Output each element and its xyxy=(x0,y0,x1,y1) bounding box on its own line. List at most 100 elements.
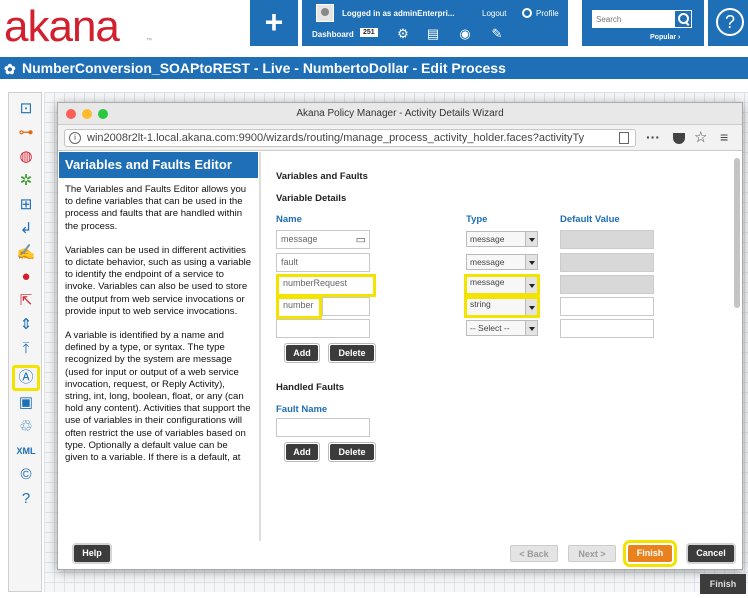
workflow-icon[interactable]: ⚙ xyxy=(396,27,410,41)
variable-type-select[interactable]: message xyxy=(466,231,538,247)
chevron-down-icon xyxy=(525,232,537,246)
variable-type-select[interactable]: message xyxy=(466,254,538,270)
variable-name-field[interactable]: number xyxy=(276,296,322,319)
logo-trademark: ™ xyxy=(146,38,152,44)
invoke-icon[interactable]: ◍ xyxy=(15,147,37,167)
dashboard-gauge-icon[interactable]: ◉ xyxy=(458,27,472,41)
page-actions-icon[interactable]: ··· xyxy=(646,129,660,145)
next-button[interactable]: Next > xyxy=(568,545,616,562)
app-header: akana ™ + Logged in as adminEnterpri... … xyxy=(0,0,748,55)
pocket-icon[interactable] xyxy=(673,133,685,144)
gear-icon[interactable]: ✲ xyxy=(15,171,37,191)
variable-type-select[interactable]: string xyxy=(464,296,540,318)
variable-name-field-extension[interactable] xyxy=(322,297,370,316)
default-value-field[interactable] xyxy=(560,297,654,316)
logout-link[interactable]: Logout xyxy=(482,9,506,18)
logged-in-text: Logged in as adminEnterpri... xyxy=(342,9,455,18)
variable-type-value: message xyxy=(470,257,505,267)
cancel-button[interactable]: Cancel xyxy=(688,545,734,562)
pane-divider xyxy=(259,152,261,541)
variable-name-field[interactable]: fault xyxy=(276,253,370,272)
default-value-field xyxy=(560,253,654,272)
url-text: win2008r2lt-1.local.akana.com:9900/wizar… xyxy=(87,132,585,144)
inspect-icon[interactable]: ⊡ xyxy=(15,99,37,119)
help-paragraph: A variable is identified by a name and d… xyxy=(65,330,251,464)
user-panel: Logged in as adminEnterpri... Logout Pro… xyxy=(302,0,568,46)
fault-icon[interactable]: ● xyxy=(15,267,37,287)
variable-name-field[interactable]: numberRequest xyxy=(276,274,376,297)
akana-logo[interactable]: akana xyxy=(4,2,120,52)
trash-icon[interactable]: ♲ xyxy=(15,417,37,437)
variable-type-select[interactable]: message xyxy=(464,274,540,296)
chevron-down-icon xyxy=(525,299,537,315)
tree-icon[interactable]: ⊞ xyxy=(15,195,37,215)
list-icon[interactable]: ▤ xyxy=(426,27,440,41)
save-icon[interactable]: ▣ xyxy=(15,393,37,413)
default-value-field xyxy=(560,275,654,294)
default-value-field[interactable] xyxy=(560,319,654,338)
chevron-down-icon xyxy=(525,255,537,269)
variable-name-value: message xyxy=(281,234,318,244)
variable-type-select[interactable]: -- Select -- xyxy=(466,320,538,336)
chevron-down-icon xyxy=(525,321,537,335)
variables-form: Variables and Faults Variable Details Na… xyxy=(268,152,728,541)
delete-variable-button[interactable]: Delete xyxy=(328,343,376,363)
add-button[interactable]: + xyxy=(250,0,298,46)
info-icon[interactable]: i xyxy=(69,132,81,144)
variable-type-value: message xyxy=(470,234,505,244)
activity-toolbar: ⊡ ⊶ ◍ ✲ ⊞ ↲ ✍ ● ⇱ ⇕ ⤒ Ⓐ ▣ ♲ XML © ? xyxy=(8,92,42,592)
flow-icon[interactable]: ⊶ xyxy=(15,123,37,143)
script-icon[interactable]: ✍ xyxy=(15,243,37,263)
dashboard-count-badge: 251 xyxy=(360,28,378,37)
id-card-icon: ▭ xyxy=(355,234,366,246)
hamburger-menu-icon[interactable]: ≡ xyxy=(720,129,728,145)
popular-link[interactable]: Popular › xyxy=(650,34,680,41)
delete-fault-button[interactable]: Delete xyxy=(328,442,376,462)
help-circle-icon[interactable]: ? xyxy=(15,489,37,509)
chevron-down-icon xyxy=(525,277,537,293)
handled-faults-title: Handled Faults xyxy=(276,382,345,393)
page-title: NumberConversion_SOAPtoREST - Live - Num… xyxy=(22,60,506,76)
variable-name-field[interactable] xyxy=(276,319,370,338)
variables-icon[interactable]: Ⓐ xyxy=(12,365,40,391)
back-button[interactable]: < Back xyxy=(510,545,558,562)
url-field[interactable]: i win2008r2lt-1.local.akana.com:9900/wiz… xyxy=(64,129,636,147)
page-title-bar: ✿ NumberConversion_SOAPtoREST - Live - N… xyxy=(0,57,748,79)
dashboard-link[interactable]: Dashboard xyxy=(312,30,354,39)
form-scrollbar[interactable] xyxy=(734,158,740,308)
xml-icon[interactable]: XML xyxy=(15,441,37,461)
variable-type-value: message xyxy=(470,277,505,287)
avatar[interactable] xyxy=(316,4,334,22)
fault-name-field[interactable] xyxy=(276,418,370,437)
help-button[interactable]: Help xyxy=(74,545,110,562)
help-icon[interactable]: ? xyxy=(716,8,744,36)
help-text: The Variables and Faults Editor allows y… xyxy=(65,184,253,476)
collapse-icon[interactable]: ⤒ xyxy=(15,339,37,359)
gear-icon: ✿ xyxy=(4,61,16,77)
reply-icon[interactable]: ↲ xyxy=(15,219,37,239)
expand-icon[interactable]: ⇕ xyxy=(15,315,37,335)
copyright-icon[interactable]: © xyxy=(15,465,37,485)
add-fault-button[interactable]: Add xyxy=(284,442,320,462)
default-value-field xyxy=(560,230,654,249)
canvas-finish-button[interactable]: Finish xyxy=(700,574,746,594)
help-pane-title: Variables and Faults Editor xyxy=(59,152,258,178)
search-icon[interactable] xyxy=(674,10,692,28)
wizard-footer: Help < Back Next > Finish Cancel xyxy=(58,540,742,569)
profile-icon[interactable] xyxy=(522,8,532,18)
finish-button[interactable]: Finish xyxy=(623,540,677,567)
search-input[interactable] xyxy=(592,10,676,28)
activity-details-wizard: Akana Policy Manager - Activity Details … xyxy=(57,102,743,570)
name-column-label: Name xyxy=(276,214,302,225)
resize-icon[interactable]: ⇱ xyxy=(15,291,37,311)
add-variable-button[interactable]: Add xyxy=(284,343,320,363)
variable-details-title: Variable Details xyxy=(276,193,347,204)
bookmark-star-icon[interactable]: ☆ xyxy=(694,128,707,146)
section-title: Variables and Faults xyxy=(276,171,368,182)
search-panel: Popular › xyxy=(582,0,704,46)
reader-view-icon[interactable] xyxy=(619,132,629,144)
profile-link[interactable]: Profile xyxy=(536,9,559,18)
variable-name-field[interactable]: message ▭ xyxy=(276,230,370,249)
variable-type-value: string xyxy=(470,299,491,309)
wrench-icon[interactable]: ✎ xyxy=(490,27,504,41)
